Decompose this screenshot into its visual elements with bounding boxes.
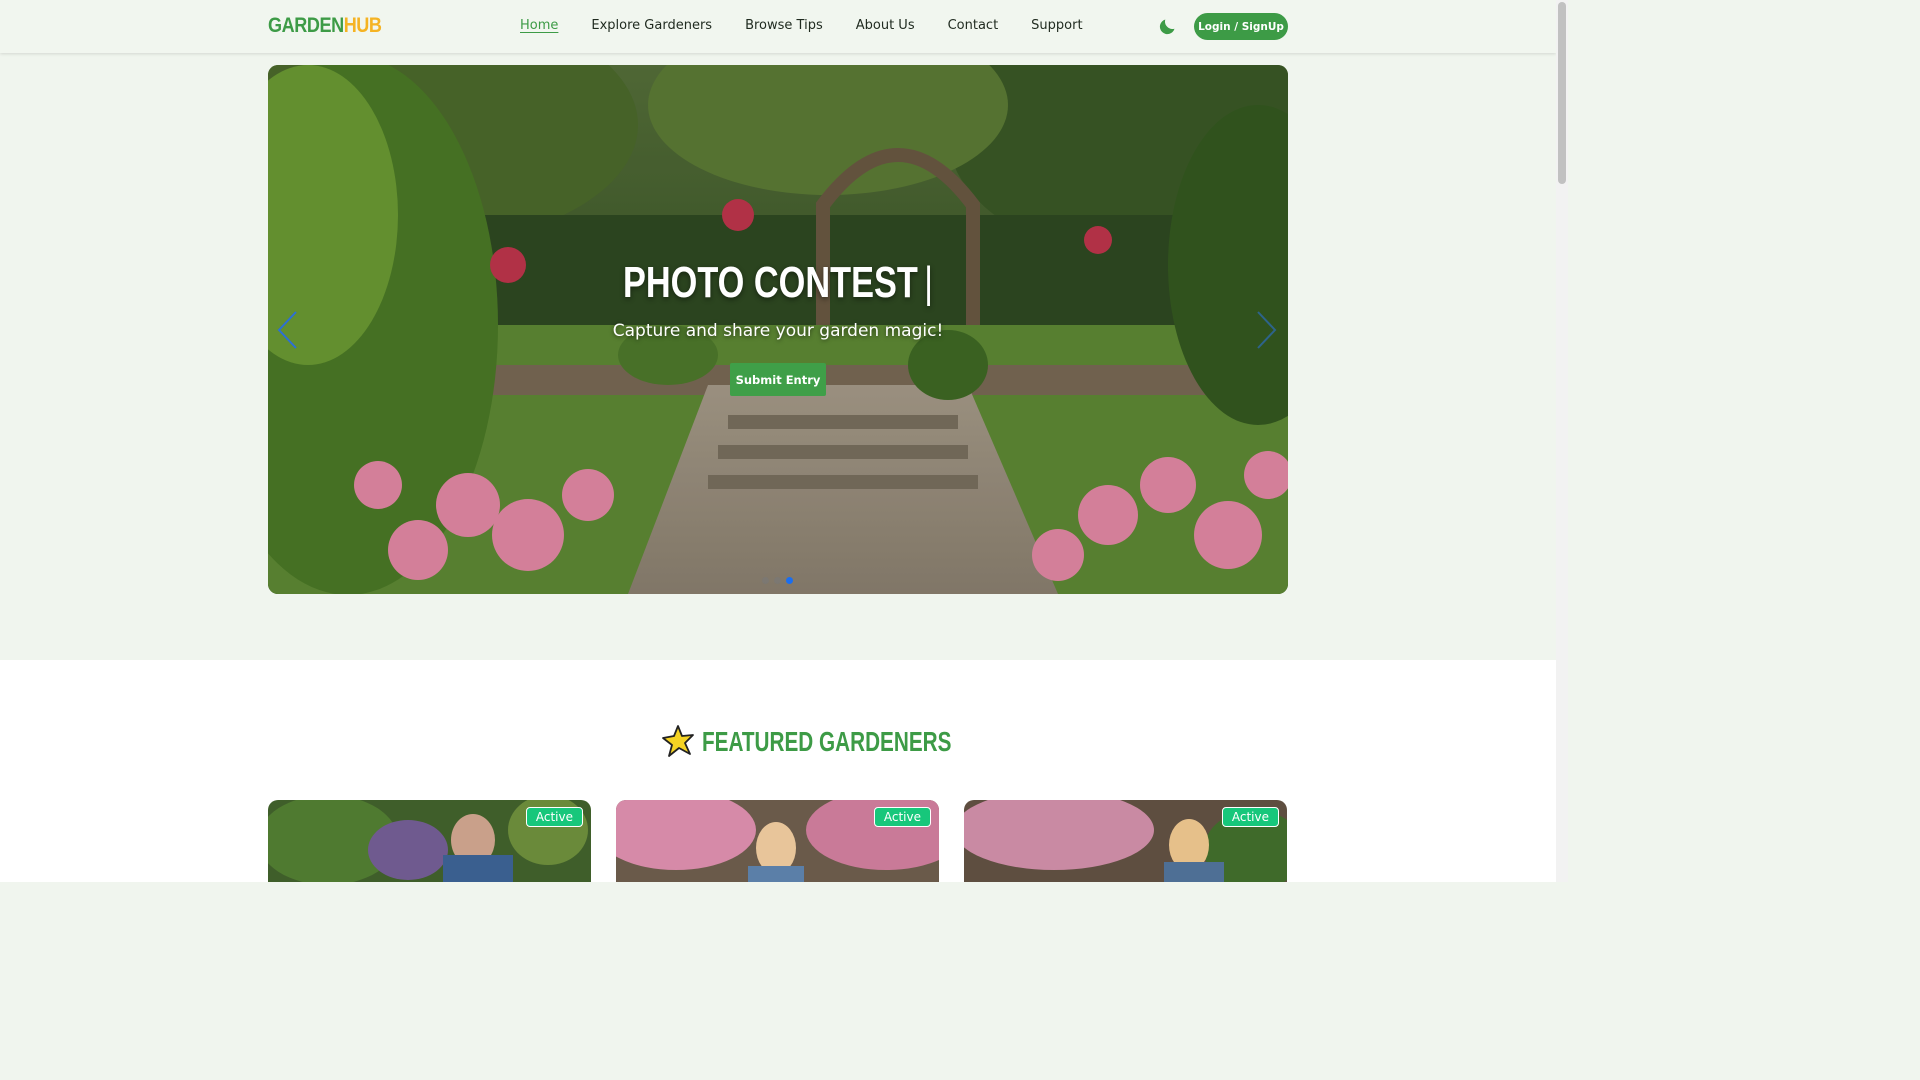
scrollbar-thumb[interactable]	[1558, 2, 1566, 184]
status-badge: Active	[873, 807, 931, 827]
status-badge: Active	[1221, 807, 1279, 827]
moon-icon[interactable]	[1157, 16, 1178, 37]
main-nav: Home Explore Gardeners Browse Tips About…	[520, 18, 1083, 33]
submit-entry-button[interactable]: Submit Entry	[730, 363, 826, 396]
logo-part2: HUB	[343, 14, 382, 37]
site-header: GARDENHUB Home Explore Gardeners Browse …	[0, 0, 1556, 53]
gardener-card[interactable]: Active	[964, 800, 1287, 882]
star-icon	[662, 725, 694, 757]
login-signup-button[interactable]: Login / SignUp	[1194, 13, 1288, 40]
carousel-next-arrow-icon[interactable]	[1256, 310, 1278, 350]
gardener-card[interactable]: Active	[268, 800, 591, 882]
gardener-card[interactable]: Active	[616, 800, 939, 882]
nav-support[interactable]: Support	[1031, 18, 1082, 33]
hero-title: PHOTO CONTEST |	[380, 258, 1176, 308]
carousel-dot-active[interactable]	[786, 577, 793, 584]
carousel-pagination	[762, 577, 793, 584]
carousel-dot[interactable]	[762, 577, 769, 584]
carousel-dot[interactable]	[774, 577, 781, 584]
nav-explore-gardeners[interactable]: Explore Gardeners	[591, 18, 712, 33]
nav-home[interactable]: Home	[520, 18, 558, 33]
featured-gardeners-heading: FEATURED GARDENERS	[660, 724, 1039, 760]
typing-cursor: |	[924, 258, 934, 307]
hero-subtitle: Capture and share your garden magic!	[612, 321, 944, 341]
hero-title-text: PHOTO CONTEST	[622, 258, 918, 307]
status-badge: Active	[525, 807, 583, 827]
nav-contact[interactable]: Contact	[948, 18, 999, 33]
nav-browse-tips[interactable]: Browse Tips	[745, 18, 823, 33]
section-title: FEATURED GARDENERS	[702, 726, 952, 757]
carousel-prev-arrow-icon[interactable]	[276, 310, 298, 350]
logo[interactable]: GARDENHUB	[268, 14, 382, 38]
logo-part1: GARDEN	[268, 14, 344, 37]
nav-about-us[interactable]: About Us	[856, 18, 915, 33]
